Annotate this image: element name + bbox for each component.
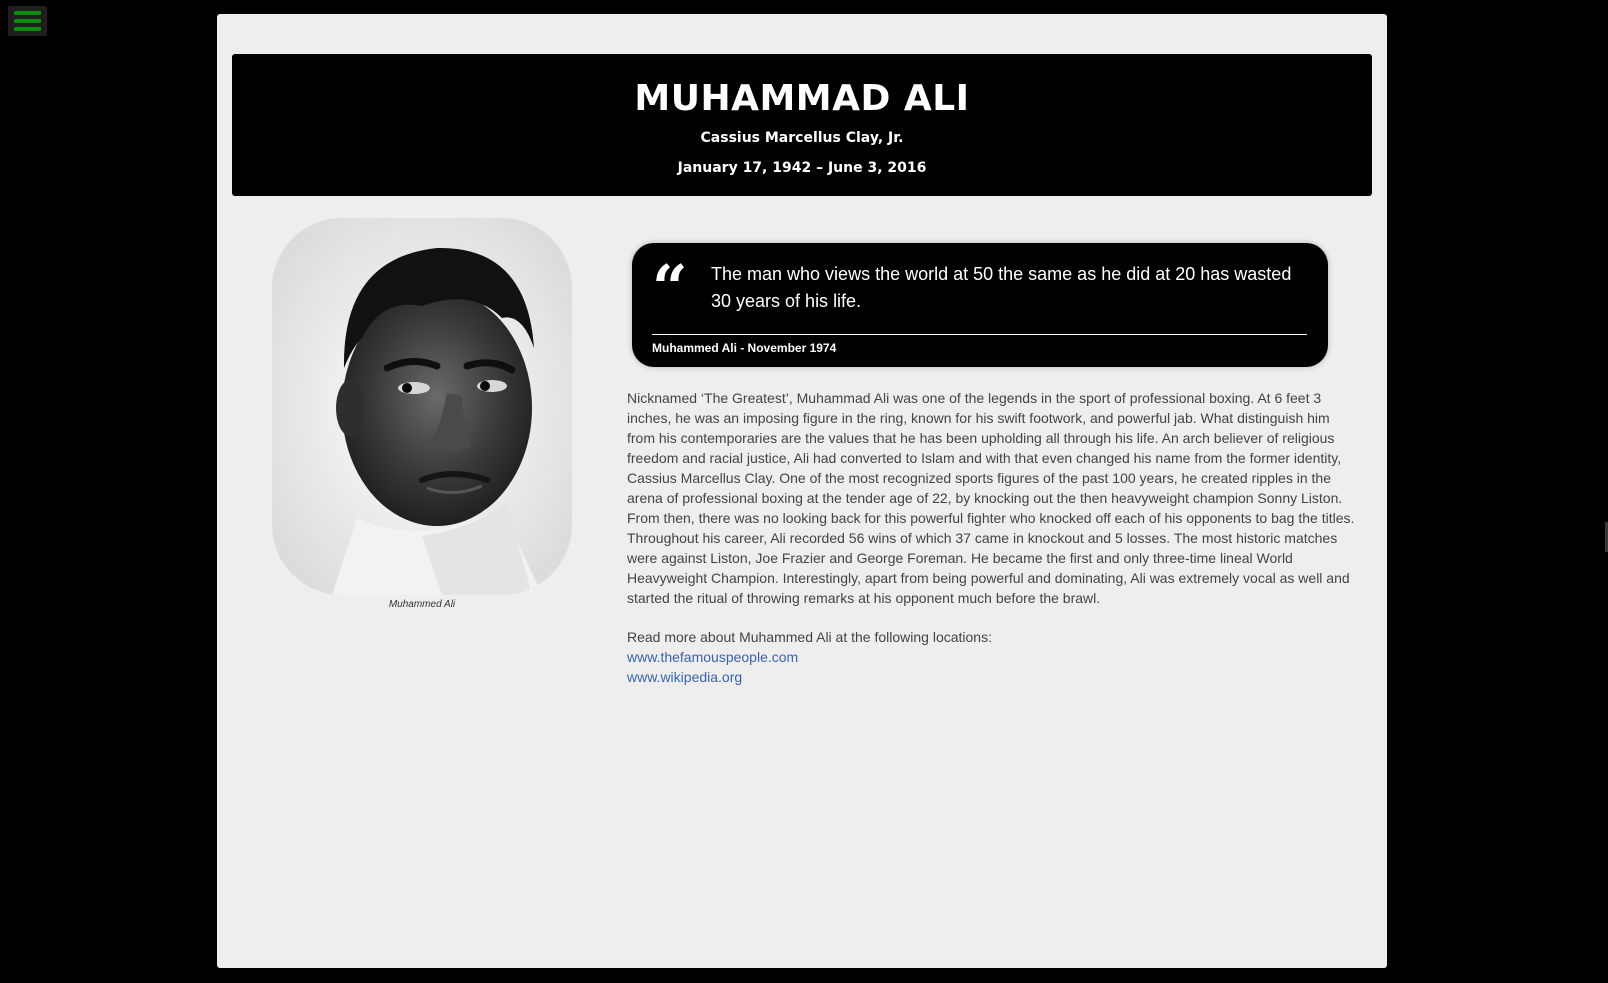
page-title: MUHAMMAD ALI [634, 78, 970, 119]
biography: Nicknamed ‘The Greatest’, Muhammad Ali w… [627, 388, 1357, 608]
hamburger-menu-icon-bar [14, 19, 41, 23]
hamburger-menu-icon-bar [14, 27, 41, 31]
quote-text: The man who views the world at 50 the sa… [711, 264, 1292, 311]
life-dates: January 17, 1942 – June 3, 2016 [677, 160, 927, 176]
link-wikipedia[interactable]: www.wikipedia.org [627, 667, 1357, 687]
portrait-illustration [272, 218, 572, 595]
portrait-caption: Muhammed Ali [388, 599, 456, 610]
title-banner: MUHAMMAD ALI Cassius Marcellus Clay, Jr.… [232, 54, 1372, 196]
read-more-intro: Read more about Muhammed Ali at the foll… [627, 629, 992, 645]
link-thefamouspeople[interactable]: www.thefamouspeople.com [627, 647, 1357, 667]
quote-attribution: Muhammed Ali - November 1974 [652, 341, 837, 355]
menu-button[interactable] [8, 6, 47, 36]
biography-text: Nicknamed ‘The Greatest’, Muhammad Ali w… [627, 390, 1355, 606]
quote-box: “ The man who views the world at 50 the … [632, 243, 1328, 367]
quote-mark-icon: “ [652, 251, 688, 324]
read-more-section: Read more about Muhammed Ali at the foll… [627, 627, 1357, 687]
birth-name: Cassius Marcellus Clay, Jr. [700, 130, 904, 146]
quote-divider [652, 334, 1307, 335]
portrait-photo [272, 218, 572, 595]
hamburger-menu-icon [14, 11, 41, 15]
content-panel: MUHAMMAD ALI Cassius Marcellus Clay, Jr.… [217, 14, 1387, 968]
